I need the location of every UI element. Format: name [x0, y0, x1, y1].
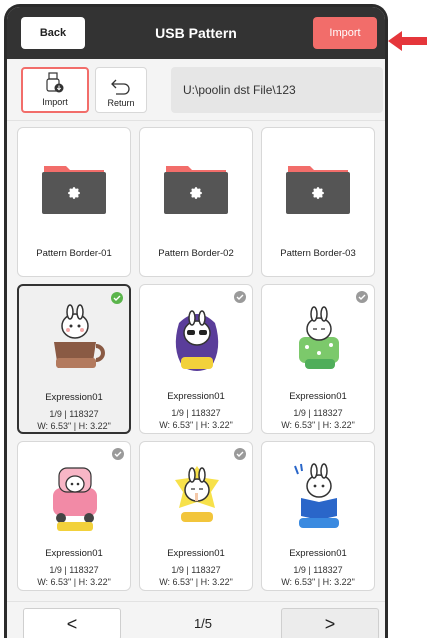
- pattern-name: Expression01: [45, 392, 103, 403]
- pattern-name: Expression01: [289, 391, 347, 402]
- folder-name: Pattern Border-02: [158, 248, 234, 259]
- unselected-check-icon[interactable]: [356, 291, 368, 303]
- page-indicator: 1/5: [193, 616, 213, 631]
- app-window: Back USB Pattern Import Import Return U:…: [4, 4, 388, 638]
- learning-bunny-icon: [294, 463, 339, 528]
- outing-bunny-icon: [53, 467, 97, 531]
- return-label: Return: [107, 98, 135, 108]
- usb-import-button[interactable]: Import: [21, 67, 89, 113]
- pattern-size: W: 6.53" | H: 3.22": [37, 577, 111, 587]
- folder-name: Pattern Border-01: [36, 248, 112, 259]
- usb-import-icon: [46, 72, 64, 93]
- back-button[interactable]: Back: [21, 17, 85, 49]
- next-page-button[interactable]: >: [281, 608, 379, 638]
- folder-card[interactable]: Pattern Border-01: [17, 127, 131, 277]
- folder-card[interactable]: Pattern Border-03: [261, 127, 375, 277]
- pagination: < 1/5 >: [7, 601, 385, 638]
- pattern-name: Expression01: [167, 548, 225, 559]
- folder-card[interactable]: Pattern Border-02: [139, 127, 253, 277]
- pattern-card[interactable]: Expression01 1/9 | 118327 W: 6.53" | H: …: [261, 441, 375, 591]
- page-title: USB Pattern: [155, 25, 237, 41]
- pattern-name: Expression01: [289, 548, 347, 559]
- coffee-bunny-icon: [54, 304, 105, 368]
- selected-check-icon[interactable]: [111, 292, 123, 304]
- pattern-grid: Pattern Border-01 Pattern Border-02 Patt…: [17, 127, 385, 591]
- pattern-size: W: 6.53" | H: 3.22": [281, 420, 355, 430]
- pattern-stats: 1/9 | 118327: [293, 408, 343, 418]
- usb-import-label: Import: [42, 97, 68, 107]
- toolbar: Import Return U:\poolin dst File\123: [7, 59, 385, 121]
- pattern-name: Expression01: [45, 548, 103, 559]
- pattern-card[interactable]: Expression01 1/9 | 118327 W: 6.53" | H: …: [139, 284, 253, 434]
- pattern-size: W: 6.53" | H: 3.22": [37, 421, 111, 431]
- return-button[interactable]: Return: [95, 67, 147, 113]
- pattern-stats: 1/9 | 118327: [171, 408, 221, 418]
- pattern-card[interactable]: Expression01 1/9 | 118327 W: 6.53" | H: …: [261, 284, 375, 434]
- return-icon: [111, 79, 130, 95]
- pattern-card[interactable]: Expression01 1/9 | 118327 W: 6.53" | H: …: [139, 441, 253, 591]
- sleep-bunny-icon: [299, 306, 339, 369]
- cool-bunny-icon: [175, 310, 219, 371]
- folder-icon: [286, 166, 350, 214]
- header-bar: Back USB Pattern Import: [7, 7, 385, 59]
- pattern-stats: 1/9 | 118327: [49, 565, 99, 575]
- pattern-stats: 1/9 | 118327: [293, 565, 343, 575]
- unselected-check-icon[interactable]: [112, 448, 124, 460]
- shhh-bunny-icon: [175, 466, 219, 522]
- import-button[interactable]: Import: [313, 17, 377, 49]
- pattern-size: W: 6.53" | H: 3.22": [159, 420, 233, 430]
- path-display: U:\poolin dst File\123: [171, 67, 383, 113]
- unselected-check-icon[interactable]: [234, 291, 246, 303]
- unselected-check-icon[interactable]: [234, 448, 246, 460]
- arrow-pointer-icon: [388, 31, 427, 51]
- pattern-name: Expression01: [167, 391, 225, 402]
- folder-name: Pattern Border-03: [280, 248, 356, 259]
- prev-page-button[interactable]: <: [23, 608, 121, 638]
- pattern-stats: 1/9 | 118327: [171, 565, 221, 575]
- pattern-size: W: 6.53" | H: 3.22": [159, 577, 233, 587]
- folder-icon: [42, 166, 106, 214]
- folder-icon: [164, 166, 228, 214]
- pattern-card[interactable]: Expression01 1/9 | 118327 W: 6.53" | H: …: [17, 284, 131, 434]
- pattern-size: W: 6.53" | H: 3.22": [281, 577, 355, 587]
- pattern-stats: 1/9 | 118327: [49, 409, 99, 419]
- pattern-card[interactable]: Expression01 1/9 | 118327 W: 6.53" | H: …: [17, 441, 131, 591]
